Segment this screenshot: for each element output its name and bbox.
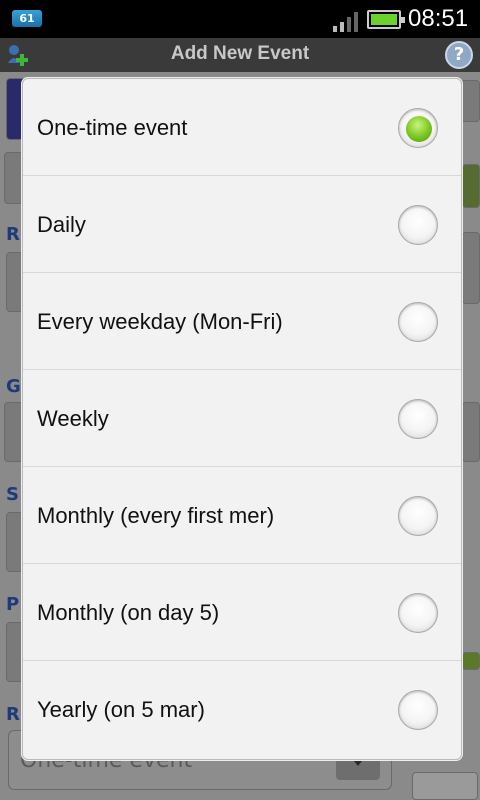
repeat-options-dialog: One-time event Daily Every weekday (Mon-… [22,78,462,760]
radio-button[interactable] [398,399,438,439]
signal-icon [333,12,358,32]
option-label: Yearly (on 5 mar) [37,697,205,722]
notification-badge: 61 [12,10,42,27]
option-label: Every weekday (Mon-Fri) [37,309,283,334]
radio-button[interactable] [398,690,438,730]
title-bar: Add New Event ? [0,38,480,72]
page-title: Add New Event [170,43,310,64]
option-weekly[interactable]: Weekly [23,370,461,467]
option-label: Weekly [37,406,109,431]
radio-button[interactable] [398,496,438,536]
battery-icon [367,10,405,29]
option-yearly[interactable]: Yearly (on 5 mar) [23,661,461,758]
option-every-weekday[interactable]: Every weekday (Mon-Fri) [23,273,461,370]
option-label: Daily [37,212,86,237]
radio-button[interactable] [398,302,438,342]
option-label: One-time event [37,115,188,140]
option-monthly-first[interactable]: Monthly (every first mer) [23,467,461,564]
status-bar: 61 08:51 [0,0,480,38]
option-daily[interactable]: Daily [23,176,461,273]
option-label: Monthly (every first mer) [37,503,275,528]
radio-button[interactable] [398,205,438,245]
help-icon[interactable]: ? [445,41,473,69]
radio-button-checked[interactable] [398,108,438,148]
option-one-time-event[interactable]: One-time event [23,79,461,176]
status-time: 08:51 [408,5,469,32]
option-label: Monthly (on day 5) [37,600,220,625]
radio-button[interactable] [398,593,438,633]
option-monthly-day[interactable]: Monthly (on day 5) [23,564,461,661]
